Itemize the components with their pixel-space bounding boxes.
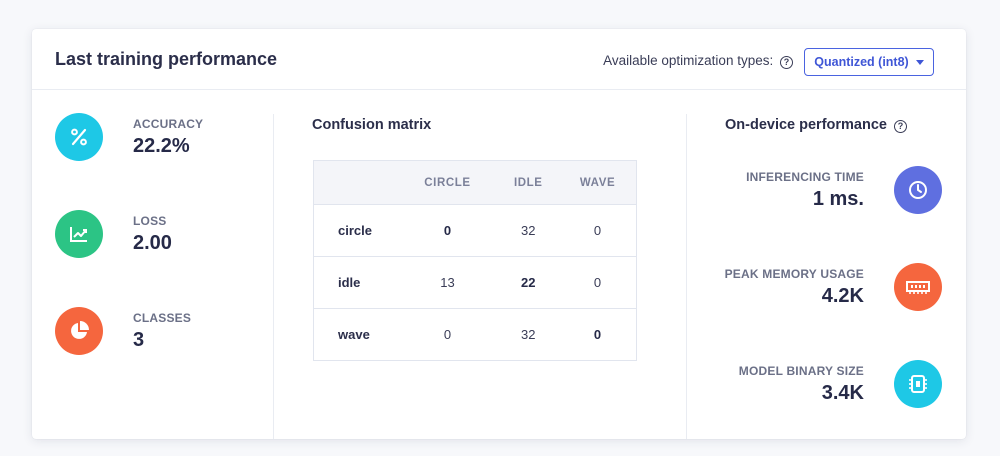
trend-chart-icon: [55, 210, 103, 258]
cell: 22: [521, 275, 536, 290]
cell: 0: [593, 327, 602, 342]
metric-peak-memory: PEAK MEMORY USAGE 4.2K: [725, 263, 942, 311]
percent-icon: [55, 113, 103, 161]
corner-cell: [314, 161, 398, 205]
confusion-matrix-title: Confusion matrix: [312, 117, 432, 133]
divider-right: [686, 114, 687, 439]
divider-left: [273, 114, 274, 439]
metric-value: 3: [133, 328, 145, 351]
on-device-performance-title: On-device performance ?: [725, 117, 908, 133]
cell: 0: [593, 275, 602, 290]
table-row: circle 0 32 0: [313, 204, 637, 257]
help-icon[interactable]: ?: [894, 120, 908, 133]
table-row: idle 13 22 0: [313, 256, 637, 309]
metric-loss: LOSS 2.00: [55, 210, 172, 258]
table-header-row: CIRCLE IDLE WAVE: [313, 160, 637, 205]
optimization-types-label: Available optimization types: ?: [603, 53, 793, 69]
metric-value: 2.00: [133, 231, 172, 254]
metric-label: LOSS: [133, 213, 167, 228]
metric-model-binary-size: MODEL BINARY SIZE 3.4K: [739, 360, 942, 408]
cell: 0: [443, 327, 452, 342]
metric-label: ACCURACY: [133, 116, 204, 131]
cell: 13: [440, 275, 455, 290]
help-icon[interactable]: ?: [780, 56, 793, 69]
row-label: wave: [338, 327, 370, 342]
metric-value: 1 ms.: [812, 187, 864, 210]
clock-icon: [894, 166, 942, 214]
memory-chip-icon: [894, 263, 942, 311]
metric-label: MODEL BINARY SIZE: [738, 363, 864, 378]
confusion-matrix-table: CIRCLE IDLE WAVE circle 0 32 0 idle 13 2…: [313, 160, 637, 361]
metric-inferencing-time: INFERENCING TIME 1 ms.: [746, 166, 942, 214]
processor-icon: [894, 360, 942, 408]
row-label: idle: [338, 275, 361, 290]
metric-value: 3.4K: [821, 381, 864, 404]
column-header: WAVE: [579, 176, 616, 189]
caret-down-icon: [915, 59, 924, 65]
training-performance-card: Last training performance Available opti…: [32, 29, 966, 439]
cell: 32: [521, 223, 536, 238]
cell: 0: [443, 223, 452, 238]
optimization-type-select[interactable]: Quantized (int8): [804, 48, 934, 76]
cell: 0: [593, 223, 602, 238]
metric-label: PEAK MEMORY USAGE: [724, 266, 864, 281]
column-header: CIRCLE: [424, 176, 471, 189]
metric-value: 4.2K: [821, 284, 864, 307]
metric-value: 22.2%: [133, 134, 190, 157]
cell: 32: [521, 327, 536, 342]
pie-chart-icon: [55, 307, 103, 355]
row-label: circle: [338, 223, 372, 238]
metric-label: INFERENCING TIME: [746, 169, 864, 184]
metric-accuracy: ACCURACY 22.2%: [55, 113, 203, 161]
column-header: IDLE: [513, 176, 543, 189]
metric-label: CLASSES: [133, 310, 192, 325]
card-header: Last training performance Available opti…: [32, 29, 966, 90]
table-row: wave 0 32 0: [313, 308, 637, 361]
metric-classes: CLASSES 3: [55, 307, 191, 355]
card-title: Last training performance: [55, 49, 278, 69]
